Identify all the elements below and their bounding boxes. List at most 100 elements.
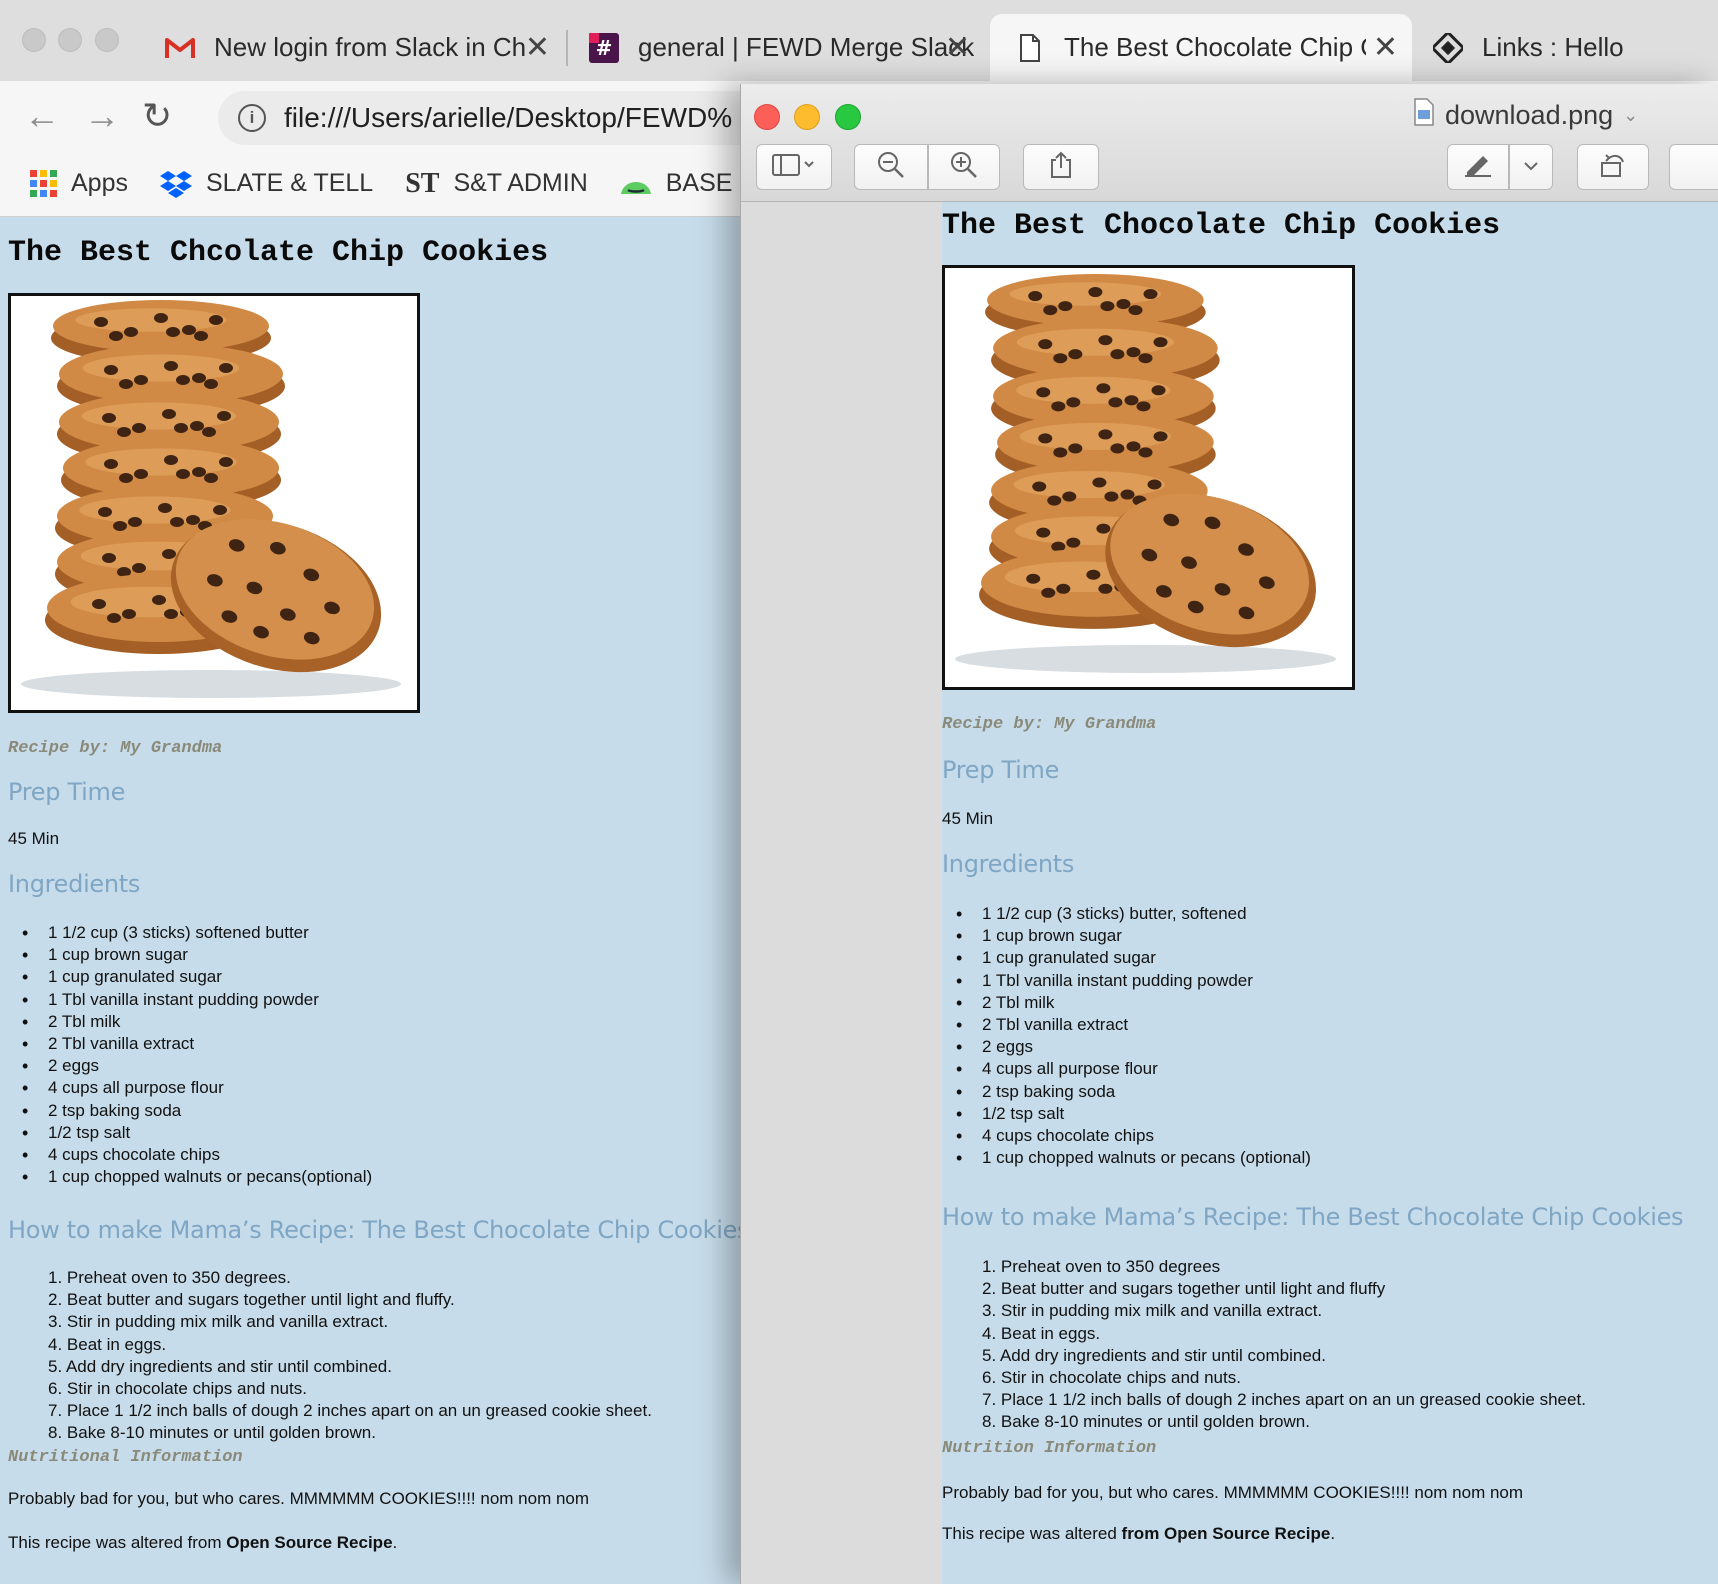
tab-title: general | FEWD Merge Slack [638,32,975,62]
ingredient-item: 4 cups all purpose flour [22,1077,372,1099]
tab-recipe-active[interactable]: The Best Chocolate Chip Cookies ✕ [990,14,1412,81]
ingredient-item: 4 cups chocolate chips [22,1144,372,1166]
ingredients-heading: Ingredients [8,870,141,898]
tab-slack[interactable]: # general | FEWD Merge Slack ✕ [588,14,984,81]
bookmark-apps[interactable]: Apps [30,169,128,198]
share-button[interactable] [1023,144,1099,190]
source-suffix: . [1330,1524,1336,1543]
recipe-byline: Recipe by: My Grandma [942,715,1157,734]
close-tab-icon[interactable]: ✕ [1373,30,1398,65]
step-item: 8. Bake 8-10 minutes or until golden bro… [982,1412,1310,1432]
close-tab-icon[interactable]: ✕ [945,30,970,65]
ingredient-item: 2 eggs [22,1055,372,1077]
prep-time-value: 45 Min [942,809,994,828]
zoom-button[interactable] [835,104,861,130]
ingredient-item: 1 1/2 cup (3 sticks) butter, softened [956,903,1311,925]
prep-time-heading: Prep Time [8,778,126,806]
chrome-close-dot[interactable] [22,28,46,52]
document-title[interactable]: download.png ⌄ [1413,98,1638,133]
markup-button[interactable] [1447,144,1509,190]
preview-image: The Best Chocolate Chip Cookies Recipe b… [942,202,1718,1584]
nutrition-heading: Nutrition Information [942,1439,1157,1458]
address-text: file:///Users/arielle/Desktop/FEWD% [284,102,733,133]
ingredients-list: 1 1/2 cup (3 sticks) softened butter 1 c… [22,922,372,1189]
tab-separator [566,30,568,66]
tab-title: New login from Slack in Chrome [214,32,526,62]
chevron-down-icon [1523,158,1539,176]
zoom-in-button[interactable] [928,144,1000,190]
preview-window: download.png ⌄ The Best Chocolate Chip C… [740,84,1718,1584]
back-arrow-icon[interactable]: ← [24,93,60,139]
ingredient-item: 1/2 tsp salt [956,1103,1311,1125]
ingredient-item: 4 cups all purpose flour [956,1058,1311,1080]
bookmark-st-admin[interactable]: ST S&T ADMIN [405,168,588,200]
step-item: 2. Beat butter and sugars together until… [48,1290,455,1310]
gmail-icon [164,32,196,64]
source-link[interactable]: Open Source Recipe [226,1533,392,1552]
step-item: 7. Place 1 1/2 inch balls of dough 2 inc… [48,1401,652,1421]
ingredient-item: 1 cup chopped walnuts or pecans(optional… [22,1166,372,1188]
forward-arrow-icon[interactable]: → [84,93,120,139]
slack-icon: # [588,32,620,64]
info-icon[interactable]: i [238,104,266,132]
file-icon [1014,32,1046,64]
step-item: 4. Beat in eggs. [48,1334,167,1354]
source-credit: This recipe was altered from Open Source… [942,1524,1335,1544]
step-item: 6. Stir in chocolate chips and nuts. [982,1368,1241,1388]
tab-links[interactable]: Links : Hello [1432,14,1718,81]
st-logo-icon: ST [405,167,440,199]
tab-title: Links : Hello [1482,32,1624,62]
basecamp-icon [620,170,652,198]
ingredient-item: 2 eggs [956,1036,1311,1058]
ingredient-item: 1 cup chopped walnuts or pecans (optiona… [956,1147,1311,1169]
tab-gmail[interactable]: New login from Slack in Chrome ✕ [164,14,564,81]
recipe-byline: Recipe by: My Grandma [8,739,223,758]
screen: New login from Slack in Chrome ✕ # gener… [0,0,1718,1584]
close-button[interactable] [754,104,780,130]
ingredients-list: 1 1/2 cup (3 sticks) butter, softened 1 … [956,903,1311,1170]
zoom-out-icon [877,151,905,184]
ingredient-item: 4 cups chocolate chips [956,1125,1311,1147]
preview-titlebar: download.png ⌄ [741,84,1718,202]
reload-icon[interactable]: ↻ [142,93,172,139]
steps-heading: How to make Mama’s Recipe: The Best Choc… [942,1203,1684,1231]
rotate-button[interactable] [1577,144,1649,190]
chrome-minimize-dot[interactable] [58,28,82,52]
step-item: 5. Add dry ingredients and stir until co… [48,1356,392,1376]
ingredient-item: 2 Tbl milk [22,1011,372,1033]
minimize-button[interactable] [794,104,820,130]
nutrition-text: Probably bad for you, but who cares. MMM… [942,1483,1524,1502]
preview-title: The Best Chocolate Chip Cookies [942,209,1501,243]
bookmark-label: S&T ADMIN [453,169,588,197]
chevron-down-icon[interactable]: ⌄ [1623,105,1638,126]
ingredient-item: 2 tsp baking soda [22,1100,372,1122]
cookie-stack-image [942,265,1355,690]
rotate-icon [1599,151,1627,184]
nutrition-text: Probably bad for you, but who cares. MMM… [8,1489,590,1508]
pen-markup-icon [1463,152,1493,183]
chrome-zoom-dot[interactable] [95,28,119,52]
apps-grid-icon [30,170,57,197]
sidebar-toggle-button[interactable] [756,144,832,190]
source-link: from Open Source Recipe [1121,1524,1331,1543]
step-item: 2. Beat butter and sugars together until… [982,1279,1386,1299]
step-item: 4. Beat in eggs. [982,1323,1101,1343]
search-button[interactable] [1669,144,1718,190]
sidebar-icon [772,153,816,182]
steps-list: 1. Preheat oven to 350 degrees. 2. Beat … [48,1267,652,1445]
bookmark-slate-tell[interactable]: SLATE & TELL [159,169,374,198]
markup-menu-button[interactable] [1509,144,1553,190]
zoom-out-button[interactable] [854,144,928,190]
ingredient-item: 1 1/2 cup (3 sticks) softened butter [22,922,372,944]
ingredient-item: 2 Tbl milk [956,992,1311,1014]
ingredient-item: 1 cup brown sugar [22,944,372,966]
filename-label: download.png [1445,100,1614,130]
links-icon [1432,32,1464,64]
ingredient-item: 2 Tbl vanilla extract [956,1014,1311,1036]
ingredient-item: 1 Tbl vanilla instant pudding powder [956,970,1311,992]
close-tab-icon[interactable]: ✕ [525,30,550,65]
zoom-in-icon [950,151,978,184]
share-icon [1049,151,1073,184]
preview-canvas: The Best Chocolate Chip Cookies Recipe b… [741,202,1718,1584]
bookmark-label: SLATE & TELL [205,169,374,197]
